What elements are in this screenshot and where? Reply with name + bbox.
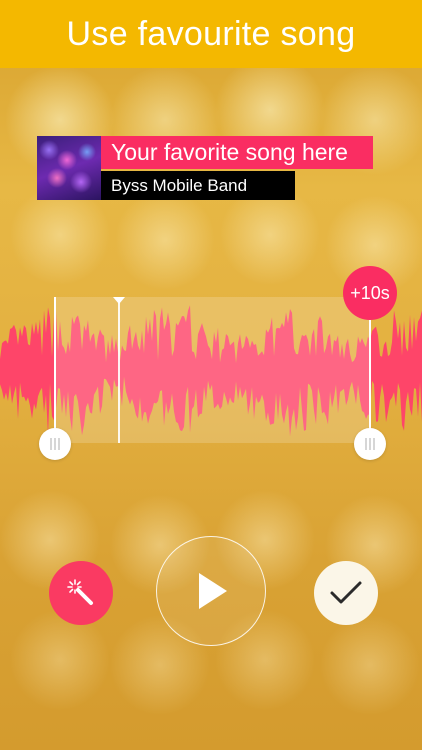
song-title: Your favorite song here	[101, 136, 373, 169]
trim-start-handle[interactable]	[39, 428, 71, 460]
album-art	[37, 136, 101, 200]
trim-end-handle[interactable]	[354, 428, 386, 460]
extend-10s-button[interactable]: +10s	[343, 266, 397, 320]
confirm-button[interactable]	[314, 561, 378, 625]
selection-range[interactable]	[55, 297, 371, 443]
magic-wand-icon	[67, 579, 93, 605]
artist-name: Byss Mobile Band	[101, 171, 295, 200]
grip-icon	[50, 438, 60, 450]
play-icon	[199, 573, 227, 609]
checkmark-icon	[330, 581, 362, 604]
screen: Use favourite song Your favorite song he…	[0, 0, 422, 750]
header-bar: Use favourite song	[0, 0, 422, 68]
magic-wand-button[interactable]	[49, 561, 113, 625]
trim-start-line	[54, 297, 56, 443]
play-button[interactable]	[156, 536, 266, 646]
playhead-marker[interactable]	[113, 297, 125, 304]
playhead-line[interactable]	[118, 300, 120, 443]
header-title: Use favourite song	[66, 14, 356, 53]
grip-icon	[365, 438, 375, 450]
